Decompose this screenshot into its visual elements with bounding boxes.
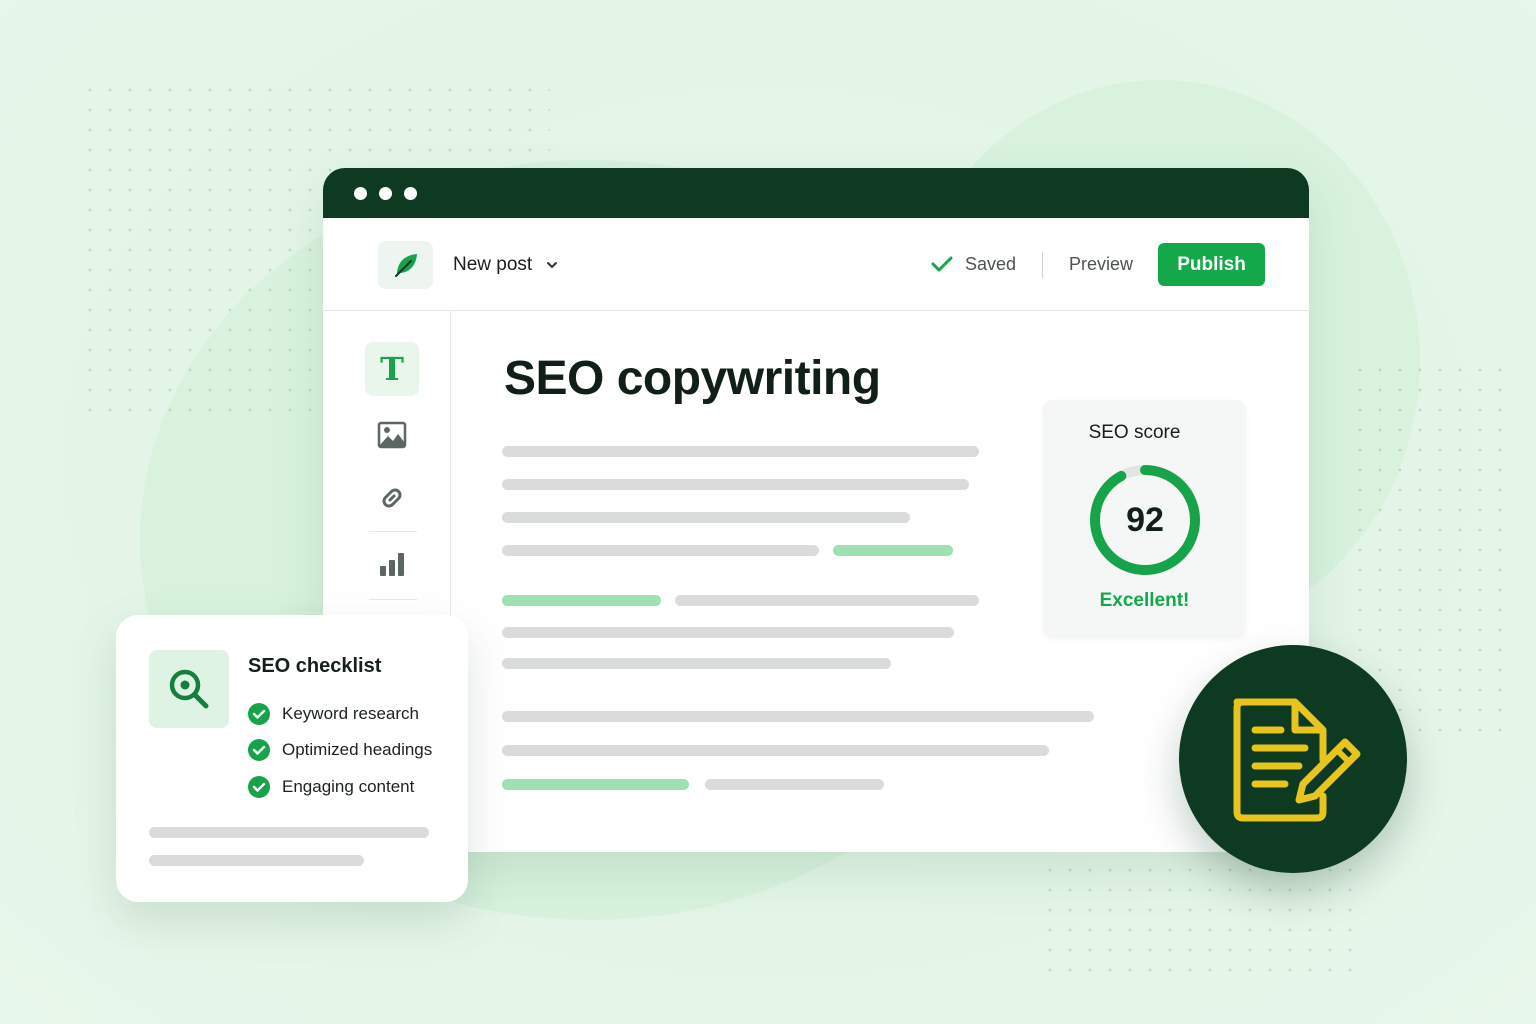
keyword-highlight-line bbox=[502, 779, 689, 790]
link-tool[interactable] bbox=[365, 471, 419, 525]
image-tool[interactable] bbox=[365, 408, 419, 462]
dot-pattern bbox=[1040, 860, 1360, 980]
document-title[interactable]: New post bbox=[453, 254, 532, 276]
edit-document-badge bbox=[1179, 645, 1407, 873]
checklist-item: Engaging content bbox=[248, 775, 414, 799]
keyword-highlight-line bbox=[833, 545, 953, 556]
svg-text:T: T bbox=[380, 353, 404, 385]
chart-tool[interactable] bbox=[365, 537, 419, 591]
saved-status: Saved bbox=[965, 254, 1017, 274]
seo-score-label: Excellent! bbox=[1099, 590, 1190, 611]
text-placeholder-line bbox=[502, 627, 954, 638]
publish-button[interactable]: Publish bbox=[1158, 243, 1265, 286]
post-title[interactable]: SEO copywriting bbox=[504, 351, 881, 406]
check-circle-icon bbox=[248, 703, 270, 725]
chevron-down-icon[interactable] bbox=[545, 258, 559, 277]
text-placeholder-line bbox=[502, 512, 910, 523]
document-edit-icon bbox=[1233, 698, 1361, 822]
preview-button[interactable]: Preview bbox=[1069, 254, 1133, 275]
text-placeholder-line bbox=[502, 545, 819, 556]
search-icon bbox=[169, 669, 209, 709]
checklist-item-label: Engaging content bbox=[282, 777, 415, 796]
checklist-item-label: Optimized headings bbox=[282, 740, 433, 759]
text-placeholder-line bbox=[149, 855, 364, 866]
keyword-highlight-line bbox=[502, 595, 661, 606]
text-placeholder-line bbox=[502, 711, 1094, 722]
checklist-title: SEO checklist bbox=[248, 655, 382, 677]
seo-checklist-card: SEO checklist Keyword research Optimized… bbox=[116, 615, 468, 902]
window-dot[interactable] bbox=[404, 187, 417, 200]
text-placeholder-line bbox=[502, 658, 891, 669]
checklist-icon-box bbox=[149, 650, 229, 728]
text-tool[interactable]: T bbox=[365, 342, 419, 396]
checklist-item: Optimized headings bbox=[248, 738, 432, 762]
link-icon bbox=[382, 488, 402, 508]
background-stage: New post Saved Preview Publish T SEO cop… bbox=[0, 0, 1536, 1024]
seo-score-title: SEO score bbox=[1088, 422, 1181, 443]
app-logo[interactable] bbox=[378, 241, 433, 289]
window-titlebar bbox=[323, 168, 1309, 218]
editor-window: New post Saved Preview Publish T SEO cop… bbox=[323, 168, 1309, 852]
text-placeholder-line bbox=[502, 446, 979, 457]
tool-separator bbox=[369, 599, 417, 600]
checklist-item-label: Keyword research bbox=[282, 704, 420, 723]
leaf-icon bbox=[394, 254, 417, 277]
image-icon bbox=[377, 421, 407, 449]
text-placeholder-line bbox=[705, 779, 884, 790]
text-placeholder-line bbox=[675, 595, 979, 606]
text-placeholder-line bbox=[502, 479, 969, 490]
checklist-item: Keyword research bbox=[248, 702, 419, 726]
seo-score-value: 92 bbox=[1126, 500, 1164, 539]
seo-score-card: SEO score 92 Excellent! bbox=[1043, 400, 1246, 637]
check-circle-icon bbox=[248, 739, 270, 761]
window-dot[interactable] bbox=[354, 187, 367, 200]
window-dot[interactable] bbox=[379, 187, 392, 200]
bar-chart-icon bbox=[380, 553, 404, 576]
text-placeholder-line bbox=[149, 827, 429, 838]
text-T-icon: T bbox=[380, 353, 404, 385]
check-icon bbox=[930, 254, 954, 279]
check-circle-icon bbox=[248, 776, 270, 798]
editor-topbar: New post Saved Preview Publish bbox=[323, 218, 1309, 311]
text-placeholder-line bbox=[502, 745, 1049, 756]
tool-separator bbox=[369, 531, 417, 532]
topbar-divider bbox=[1042, 252, 1043, 278]
